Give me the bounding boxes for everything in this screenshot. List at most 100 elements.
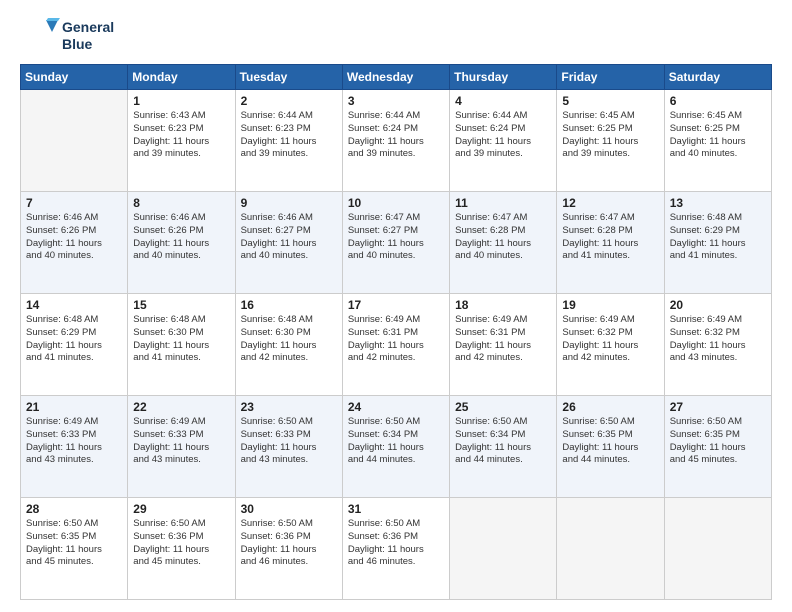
day-info: Sunrise: 6:48 AM Sunset: 6:30 PM Dayligh… (241, 314, 337, 365)
calendar-cell: 18 Sunrise: 6:49 AM Sunset: 6:31 PM Dayli… (450, 294, 557, 396)
day-number: 3 (348, 94, 444, 108)
day-number: 13 (670, 196, 766, 210)
day-number: 8 (133, 196, 229, 210)
day-info: Sunrise: 6:50 AM Sunset: 6:34 PM Dayligh… (455, 416, 551, 467)
day-number: 1 (133, 94, 229, 108)
day-number: 19 (562, 298, 658, 312)
logo: General Blue (20, 16, 114, 56)
day-info: Sunrise: 6:50 AM Sunset: 6:33 PM Dayligh… (241, 416, 337, 467)
day-number: 16 (241, 298, 337, 312)
logo-line2: Blue (62, 36, 114, 53)
calendar-cell: 1 Sunrise: 6:43 AM Sunset: 6:23 PM Daylig… (128, 90, 235, 192)
day-info: Sunrise: 6:50 AM Sunset: 6:34 PM Dayligh… (348, 416, 444, 467)
calendar-table: SundayMondayTuesdayWednesdayThursdayFrid… (20, 64, 772, 600)
day-info: Sunrise: 6:44 AM Sunset: 6:24 PM Dayligh… (455, 110, 551, 161)
logo-icon (20, 16, 60, 56)
calendar-cell: 8 Sunrise: 6:46 AM Sunset: 6:26 PM Daylig… (128, 192, 235, 294)
calendar-cell: 16 Sunrise: 6:48 AM Sunset: 6:30 PM Dayli… (235, 294, 342, 396)
calendar-cell (450, 498, 557, 600)
day-info: Sunrise: 6:49 AM Sunset: 6:31 PM Dayligh… (455, 314, 551, 365)
day-number: 10 (348, 196, 444, 210)
week-row-3: 14 Sunrise: 6:48 AM Sunset: 6:29 PM Dayli… (21, 294, 772, 396)
calendar-cell: 13 Sunrise: 6:48 AM Sunset: 6:29 PM Dayli… (664, 192, 771, 294)
day-number: 18 (455, 298, 551, 312)
col-header-friday: Friday (557, 65, 664, 90)
calendar-cell: 14 Sunrise: 6:48 AM Sunset: 6:29 PM Dayli… (21, 294, 128, 396)
day-number: 23 (241, 400, 337, 414)
day-number: 29 (133, 502, 229, 516)
day-number: 22 (133, 400, 229, 414)
day-info: Sunrise: 6:50 AM Sunset: 6:36 PM Dayligh… (133, 518, 229, 569)
calendar-cell: 22 Sunrise: 6:49 AM Sunset: 6:33 PM Dayli… (128, 396, 235, 498)
calendar-cell (664, 498, 771, 600)
day-info: Sunrise: 6:48 AM Sunset: 6:29 PM Dayligh… (670, 212, 766, 263)
calendar-cell: 23 Sunrise: 6:50 AM Sunset: 6:33 PM Dayli… (235, 396, 342, 498)
day-info: Sunrise: 6:50 AM Sunset: 6:36 PM Dayligh… (348, 518, 444, 569)
day-number: 21 (26, 400, 122, 414)
calendar-cell: 5 Sunrise: 6:45 AM Sunset: 6:25 PM Daylig… (557, 90, 664, 192)
calendar-cell (557, 498, 664, 600)
day-info: Sunrise: 6:45 AM Sunset: 6:25 PM Dayligh… (670, 110, 766, 161)
calendar-cell: 21 Sunrise: 6:49 AM Sunset: 6:33 PM Dayli… (21, 396, 128, 498)
day-number: 6 (670, 94, 766, 108)
day-info: Sunrise: 6:45 AM Sunset: 6:25 PM Dayligh… (562, 110, 658, 161)
col-header-wednesday: Wednesday (342, 65, 449, 90)
logo-text: General Blue (62, 19, 114, 53)
day-number: 28 (26, 502, 122, 516)
calendar-cell: 17Sunrise: 6:49 AM Sunset: 6:31 PM Dayli… (342, 294, 449, 396)
calendar-cell: 3 Sunrise: 6:44 AM Sunset: 6:24 PM Daylig… (342, 90, 449, 192)
calendar-cell: 24Sunrise: 6:50 AM Sunset: 6:34 PM Dayli… (342, 396, 449, 498)
logo-container: General Blue (20, 16, 114, 56)
calendar-cell: 19 Sunrise: 6:49 AM Sunset: 6:32 PM Dayli… (557, 294, 664, 396)
calendar-cell: 28 Sunrise: 6:50 AM Sunset: 6:35 PM Dayli… (21, 498, 128, 600)
calendar-cell: 6 Sunrise: 6:45 AM Sunset: 6:25 PM Daylig… (664, 90, 771, 192)
day-info: Sunrise: 6:46 AM Sunset: 6:26 PM Dayligh… (26, 212, 122, 263)
calendar-cell: 30Sunrise: 6:50 AM Sunset: 6:36 PM Dayli… (235, 498, 342, 600)
day-number: 31 (348, 502, 444, 516)
calendar-cell: 4 Sunrise: 6:44 AM Sunset: 6:24 PM Daylig… (450, 90, 557, 192)
day-info: Sunrise: 6:44 AM Sunset: 6:23 PM Dayligh… (241, 110, 337, 161)
day-number: 9 (241, 196, 337, 210)
calendar-cell: 26Sunrise: 6:50 AM Sunset: 6:35 PM Dayli… (557, 396, 664, 498)
day-info: Sunrise: 6:43 AM Sunset: 6:23 PM Dayligh… (133, 110, 229, 161)
week-row-4: 21 Sunrise: 6:49 AM Sunset: 6:33 PM Dayli… (21, 396, 772, 498)
calendar-cell: 20Sunrise: 6:49 AM Sunset: 6:32 PM Dayli… (664, 294, 771, 396)
logo-line1: General (62, 19, 114, 36)
col-header-tuesday: Tuesday (235, 65, 342, 90)
calendar-cell: 31 Sunrise: 6:50 AM Sunset: 6:36 PM Dayli… (342, 498, 449, 600)
day-info: Sunrise: 6:49 AM Sunset: 6:33 PM Dayligh… (133, 416, 229, 467)
day-number: 2 (241, 94, 337, 108)
day-info: Sunrise: 6:47 AM Sunset: 6:27 PM Dayligh… (348, 212, 444, 263)
day-info: Sunrise: 6:47 AM Sunset: 6:28 PM Dayligh… (455, 212, 551, 263)
col-header-thursday: Thursday (450, 65, 557, 90)
day-info: Sunrise: 6:48 AM Sunset: 6:30 PM Dayligh… (133, 314, 229, 365)
day-number: 14 (26, 298, 122, 312)
calendar-cell: 27Sunrise: 6:50 AM Sunset: 6:35 PM Dayli… (664, 396, 771, 498)
week-row-5: 28 Sunrise: 6:50 AM Sunset: 6:35 PM Dayli… (21, 498, 772, 600)
day-number: 4 (455, 94, 551, 108)
day-info: Sunrise: 6:49 AM Sunset: 6:32 PM Dayligh… (670, 314, 766, 365)
day-number: 26 (562, 400, 658, 414)
col-header-monday: Monday (128, 65, 235, 90)
day-number: 25 (455, 400, 551, 414)
col-header-sunday: Sunday (21, 65, 128, 90)
day-info: Sunrise: 6:48 AM Sunset: 6:29 PM Dayligh… (26, 314, 122, 365)
day-info: Sunrise: 6:49 AM Sunset: 6:32 PM Dayligh… (562, 314, 658, 365)
day-info: Sunrise: 6:44 AM Sunset: 6:24 PM Dayligh… (348, 110, 444, 161)
day-info: Sunrise: 6:49 AM Sunset: 6:33 PM Dayligh… (26, 416, 122, 467)
calendar-cell: 7Sunrise: 6:46 AM Sunset: 6:26 PM Daylig… (21, 192, 128, 294)
day-number: 30 (241, 502, 337, 516)
day-info: Sunrise: 6:46 AM Sunset: 6:26 PM Dayligh… (133, 212, 229, 263)
calendar-cell (21, 90, 128, 192)
day-number: 12 (562, 196, 658, 210)
calendar-cell: 12Sunrise: 6:47 AM Sunset: 6:28 PM Dayli… (557, 192, 664, 294)
calendar-cell: 29 Sunrise: 6:50 AM Sunset: 6:36 PM Dayli… (128, 498, 235, 600)
week-row-2: 7Sunrise: 6:46 AM Sunset: 6:26 PM Daylig… (21, 192, 772, 294)
calendar-cell: 9 Sunrise: 6:46 AM Sunset: 6:27 PM Daylig… (235, 192, 342, 294)
day-number: 11 (455, 196, 551, 210)
col-header-saturday: Saturday (664, 65, 771, 90)
day-info: Sunrise: 6:50 AM Sunset: 6:35 PM Dayligh… (26, 518, 122, 569)
day-number: 5 (562, 94, 658, 108)
day-info: Sunrise: 6:46 AM Sunset: 6:27 PM Dayligh… (241, 212, 337, 263)
calendar-cell: 11 Sunrise: 6:47 AM Sunset: 6:28 PM Dayli… (450, 192, 557, 294)
